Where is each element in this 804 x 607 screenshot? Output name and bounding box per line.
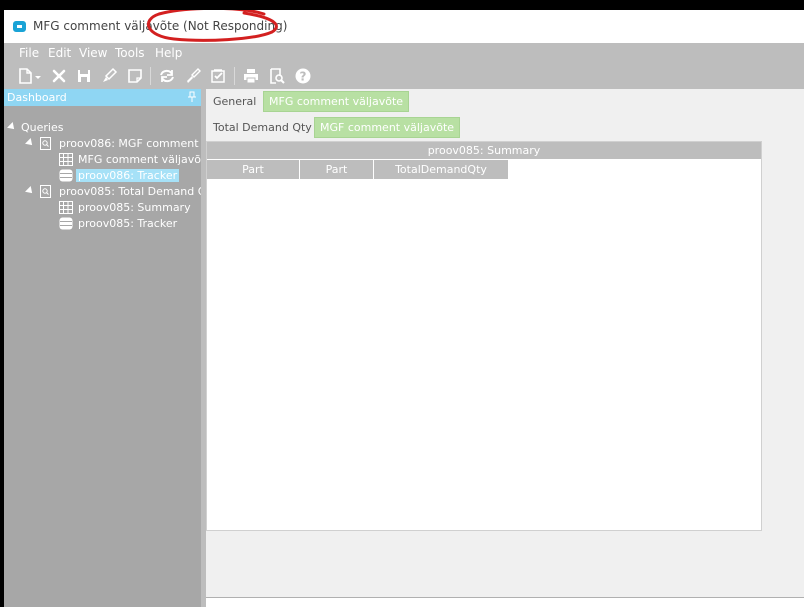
bottom-panel xyxy=(206,597,804,607)
save-icon[interactable] xyxy=(75,67,93,85)
help-icon[interactable]: ? xyxy=(294,67,312,85)
toolbar-separator xyxy=(150,67,151,85)
main-area: General MFG comment väljavõte Total Dema… xyxy=(206,89,804,607)
dashboard-header: Dashboard xyxy=(4,89,201,106)
tab-mfg-comment[interactable]: MFG comment väljavõte xyxy=(263,91,410,112)
print-icon[interactable] xyxy=(242,67,260,85)
menu-edit[interactable]: Edit xyxy=(48,46,71,60)
tab-general[interactable]: General xyxy=(208,92,261,111)
tree-item-tracker[interactable]: proov085: Tracker xyxy=(4,216,201,232)
tracker-icon xyxy=(59,169,73,182)
tree-item-grid[interactable]: MFG comment väljavõt xyxy=(4,152,201,168)
print-preview-icon[interactable] xyxy=(268,67,286,85)
title-bar[interactable]: MFG comment väljavõte (Not Responding) xyxy=(4,10,804,43)
menu-file[interactable]: File xyxy=(19,46,39,60)
svg-text:?: ? xyxy=(300,70,307,84)
tracker-icon xyxy=(59,217,73,230)
grid-icon xyxy=(59,201,73,214)
app-icon xyxy=(13,21,26,32)
toolbar-separator xyxy=(234,67,235,85)
menu-tools[interactable]: Tools xyxy=(115,46,145,60)
query-tree: Queries proov086: MGF comment v MFG comm… xyxy=(4,106,201,607)
tree-item-grid[interactable]: proov085: Summary xyxy=(4,200,201,216)
second-tab-strip: Total Demand Qty MGF comment väljavõte xyxy=(206,115,804,139)
column-header-part[interactable]: Part xyxy=(207,160,300,179)
query-icon xyxy=(40,137,51,150)
expand-arrow-icon[interactable] xyxy=(25,138,35,148)
pin-icon[interactable] xyxy=(187,91,197,103)
new-document-icon[interactable] xyxy=(16,67,34,85)
tab-mgf-comment[interactable]: MGF comment väljavõte xyxy=(314,117,461,138)
toolbar: ? xyxy=(4,63,804,89)
dashboard-title: Dashboard xyxy=(7,91,67,104)
menu-view[interactable]: View xyxy=(79,46,107,60)
clear-icon[interactable] xyxy=(184,67,202,85)
note-icon[interactable] xyxy=(126,67,144,85)
top-tab-strip: General MFG comment väljavõte xyxy=(206,89,804,113)
menu-help[interactable]: Help xyxy=(155,46,182,60)
delete-icon[interactable] xyxy=(50,67,68,85)
tree-item-queries[interactable]: Queries xyxy=(4,120,201,136)
window-title: MFG comment väljavõte (Not Responding) xyxy=(33,19,288,33)
dropdown-arrow-icon[interactable] xyxy=(34,67,42,85)
brush-icon[interactable] xyxy=(100,67,118,85)
tab-total-demand-qty[interactable]: Total Demand Qty xyxy=(208,118,317,137)
summary-title: proov085: Summary xyxy=(207,142,761,159)
summary-panel: proov085: Summary Part Part TotalDemandQ… xyxy=(206,141,762,531)
column-header-totaldemandqty[interactable]: TotalDemandQty xyxy=(374,160,509,179)
grid-icon xyxy=(59,153,73,166)
tree-item-query[interactable]: proov085: Total Demand Qt xyxy=(4,184,201,200)
tree-item-tracker[interactable]: proov086: Tracker xyxy=(4,168,201,184)
column-header-part[interactable]: Part xyxy=(300,160,374,179)
expand-arrow-icon[interactable] xyxy=(25,186,35,196)
menu-bar: File Edit View Tools Help xyxy=(4,43,804,63)
tree-item-query[interactable]: proov086: MGF comment v xyxy=(4,136,201,152)
refresh-icon[interactable] xyxy=(158,67,176,85)
expand-arrow-icon[interactable] xyxy=(7,122,17,132)
checklist-icon[interactable] xyxy=(209,67,227,85)
query-icon xyxy=(40,185,51,198)
application-window: MFG comment väljavõte (Not Responding) F… xyxy=(4,10,804,607)
